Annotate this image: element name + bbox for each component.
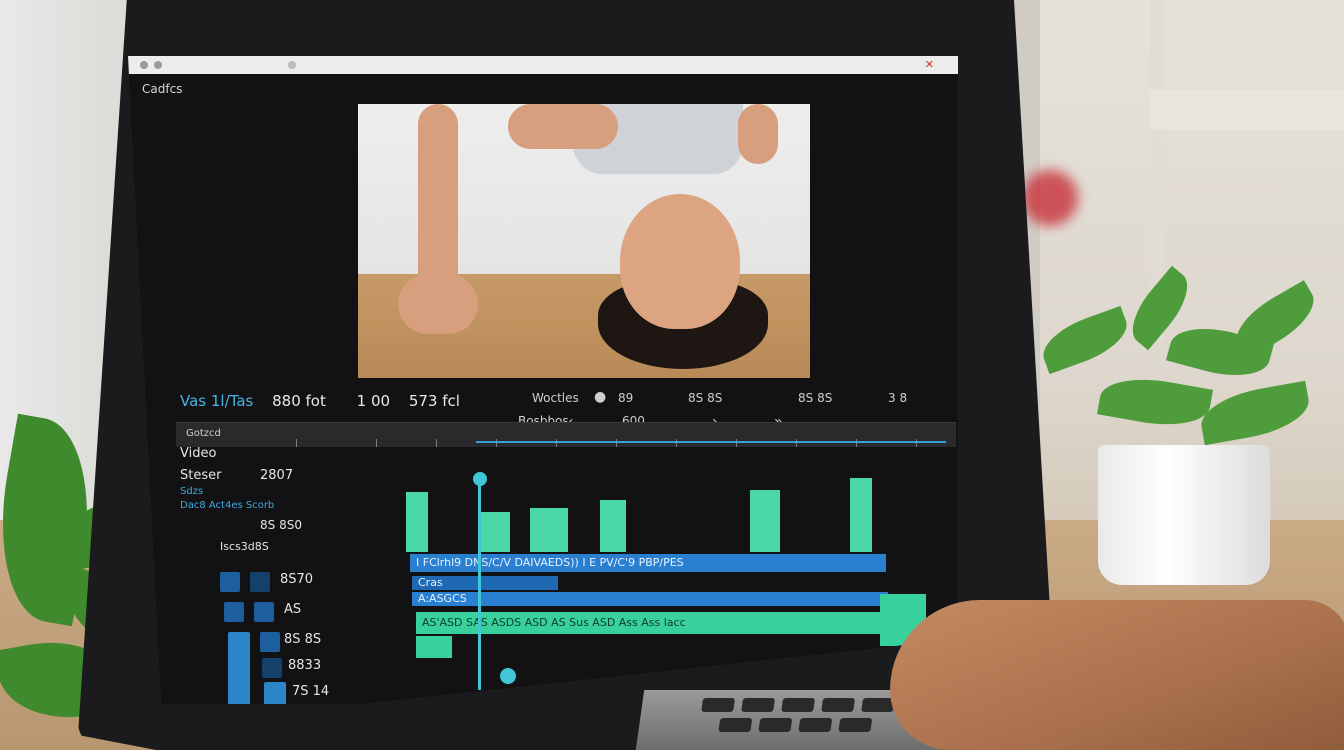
shelf	[1150, 90, 1344, 130]
track-lock-icon[interactable]	[254, 602, 274, 622]
track-lock-icon[interactable]	[250, 572, 270, 592]
audio-waveform	[480, 512, 510, 552]
zoom-slider-handle[interactable]	[500, 668, 516, 684]
row5-value: 8S 8S	[284, 632, 322, 647]
playhead[interactable]	[478, 476, 481, 690]
track-level-icon[interactable]	[228, 632, 250, 704]
audio-waveform	[600, 500, 626, 552]
preview-right-c: 3 8	[888, 391, 908, 405]
audio-waveform	[406, 492, 428, 552]
app-name: Cadfcs	[142, 82, 183, 96]
window-dot-icon[interactable]	[154, 61, 162, 69]
preview-label: Woctles	[532, 391, 579, 405]
laptop-screen: ✕ Cadfcs Woctles ● 89 8S 8S 8S 8S 3 8 Va…	[128, 56, 958, 704]
track-toggle-icon[interactable]	[224, 602, 244, 622]
preview-right-b: 8S 8S	[798, 391, 833, 405]
audio-clip[interactable]: AS'ASD SAS ASDS ASD AS Sus ASD Ass Ass l…	[416, 612, 922, 634]
arm-right	[738, 104, 778, 164]
plant-pot	[1098, 445, 1270, 585]
timecode-row: Vas 1l/Tas 880 fot 1 00 573 fcl	[180, 392, 460, 410]
record-icon[interactable]: ●	[594, 389, 606, 405]
hand-left	[398, 274, 478, 334]
audio-clip-tail[interactable]	[416, 636, 452, 658]
tab-dot-icon[interactable]	[288, 61, 296, 69]
video-preview[interactable]	[358, 104, 810, 378]
ruler-left-label: Gotzcd	[186, 428, 221, 439]
face	[620, 194, 740, 329]
audio-waveform	[530, 508, 568, 552]
track-level-icon[interactable]	[264, 682, 286, 704]
section-value: 2807	[260, 468, 294, 483]
row6-value: 8833	[288, 658, 322, 673]
preview-right-a: 8S 8S	[688, 391, 723, 405]
arm-top	[508, 104, 618, 149]
track-toggle-icon[interactable]	[220, 572, 240, 592]
track-lock-icon[interactable]	[262, 658, 282, 678]
row7-value: 7S 14	[292, 684, 330, 699]
row2-label: Iscs3d8S	[220, 540, 269, 553]
track-header-panel: Video Steser 2807 Sdzs Dac8 Act4es Scorb…	[180, 446, 350, 704]
row1-value: 8S 8S0	[260, 518, 302, 532]
section-label: Steser	[180, 468, 222, 483]
window-titlebar: ✕	[128, 56, 958, 74]
timecode-time: 1 00	[356, 392, 391, 410]
playhead-handle[interactable]	[473, 472, 487, 486]
sub-detail: Dac8 Act4es Scorb	[180, 500, 275, 511]
window-dot-icon[interactable]	[140, 61, 148, 69]
timecode-mid: 880 fot	[272, 392, 326, 410]
video-clip-sub[interactable]: Cras	[412, 576, 558, 590]
video-clip-sub2[interactable]: A:ASGCS	[412, 592, 888, 606]
track-toggle-icon[interactable]	[260, 632, 280, 652]
hand	[890, 600, 1344, 750]
close-icon[interactable]: ✕	[925, 59, 934, 71]
red-object	[1022, 170, 1078, 226]
audio-waveform	[850, 478, 872, 552]
video-clip[interactable]: I FClrhl9 DNS/C/V DAIVAEDS)) I E PV/C'9 …	[410, 554, 886, 572]
sub-label: Sdzs	[180, 486, 204, 497]
timecode-left: Vas 1l/Tas	[180, 392, 254, 410]
row3-value: 8S70	[280, 572, 314, 587]
video-track-label: Video	[180, 446, 217, 461]
row4-value: AS	[284, 602, 302, 617]
preview-counter: 89	[618, 391, 634, 405]
timecode-frames: 573 fcl	[408, 392, 460, 410]
audio-waveform	[750, 490, 780, 552]
timeline-ruler[interactable]: Gotzcd	[176, 422, 956, 447]
